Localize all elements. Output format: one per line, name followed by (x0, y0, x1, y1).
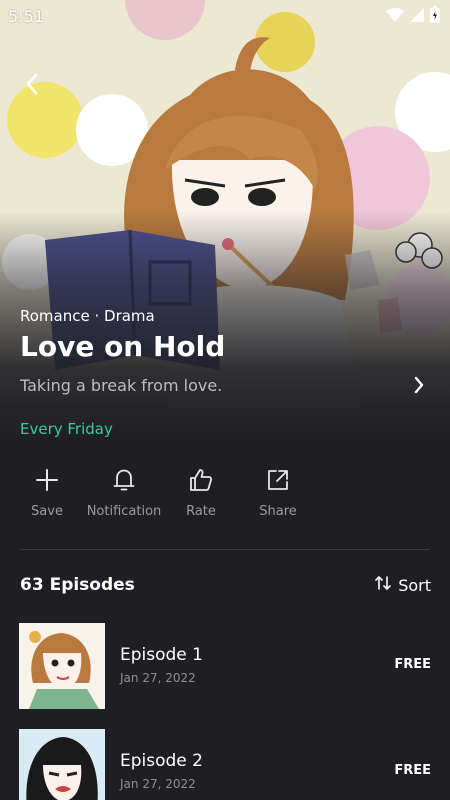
status-bar: 5:51 (0, 0, 450, 32)
episode-date: Jan 27, 2022 (120, 777, 196, 791)
episode-title: Episode 2 (120, 751, 203, 771)
back-button[interactable] (16, 70, 48, 102)
signal-icon (410, 7, 424, 26)
save-label: Save (31, 504, 63, 519)
share-button[interactable]: Share (233, 465, 323, 519)
episode-row[interactable]: Episode 2 Jan 27, 2022 FREE (0, 729, 450, 800)
sort-label: Sort (398, 575, 431, 595)
release-schedule: Every Friday (20, 420, 113, 438)
episode-count: 63 Episodes (20, 575, 135, 595)
series-genre: Romance · Drama (20, 307, 155, 325)
rate-label: Rate (186, 504, 216, 519)
bell-icon (109, 465, 139, 495)
share-label: Share (259, 504, 297, 519)
episode-price-badge: FREE (394, 657, 431, 672)
episode-title: Episode 1 (120, 645, 203, 665)
battery-icon (430, 5, 440, 27)
chevron-left-icon (24, 72, 40, 100)
episode-row[interactable]: Episode 1 Jan 27, 2022 FREE (0, 623, 450, 711)
series-details-button[interactable] (406, 374, 432, 400)
episode-date: Jan 27, 2022 (120, 671, 196, 685)
share-icon (263, 465, 293, 495)
wifi-icon (386, 7, 404, 26)
episode-price-badge: FREE (394, 763, 431, 778)
sort-button[interactable]: Sort (375, 575, 431, 595)
notification-label: Notification (86, 504, 162, 519)
episode-thumbnail (19, 729, 105, 800)
thumbs-up-icon (186, 465, 216, 495)
plus-icon (32, 465, 62, 495)
action-row: Save Notification Rate Share (0, 465, 450, 525)
status-time: 5:51 (8, 6, 44, 26)
series-title: Love on Hold (20, 330, 226, 363)
cover-artwork (0, 0, 450, 440)
chevron-right-icon (413, 376, 425, 398)
sort-icon (375, 575, 392, 595)
status-icons (386, 5, 440, 27)
episode-thumbnail (19, 623, 105, 709)
section-divider (20, 549, 430, 550)
series-tagline[interactable]: Taking a break from love. (20, 376, 222, 395)
